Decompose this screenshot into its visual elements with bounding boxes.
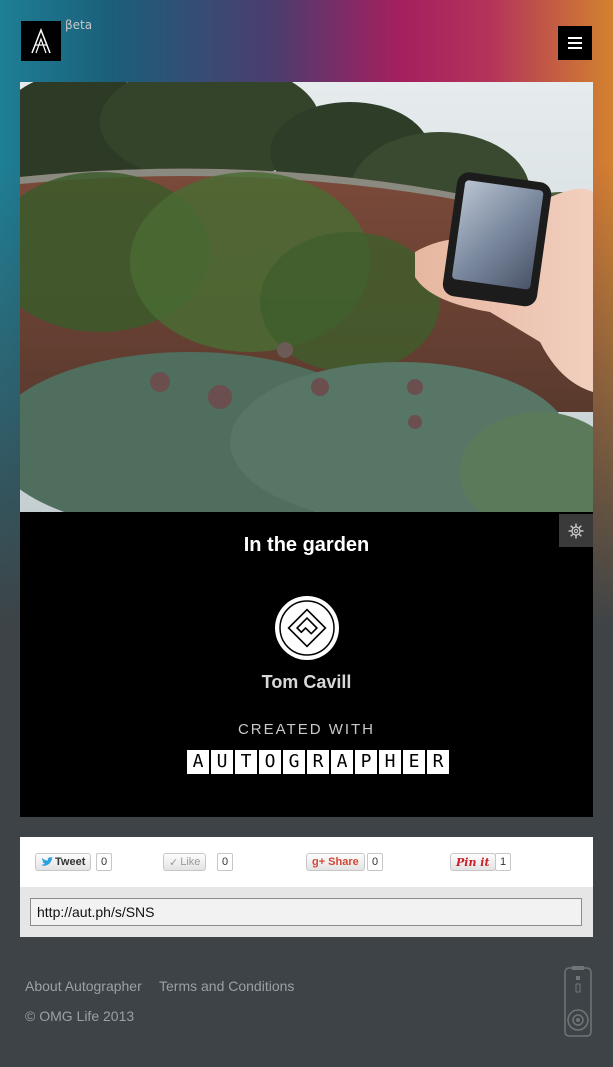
snap-photo[interactable] [20,82,593,512]
wordmark-letter: T [235,750,257,774]
about-autographer-link[interactable]: About Autographer [25,978,142,994]
autographer-camera-icon [563,966,593,1043]
share-bar: Tweet 0 ✓ Like 0 g+ Share 0 Pin it 1 [20,837,593,887]
google-plus-share-button[interactable]: g+ Share [306,853,365,871]
hamburger-menu-icon [568,37,582,49]
autographer-a-logo-icon [31,28,51,54]
copyright-text: © OMG Life 2013 [25,1008,135,1024]
wordmark-letter: R [427,750,449,774]
tweet-label: Tweet [55,856,86,868]
wordmark-letter: R [307,750,329,774]
wordmark-letter: O [259,750,281,774]
short-url-bar [20,887,593,937]
like-count: 0 [217,853,234,871]
wordmark-letter: H [379,750,401,774]
snap-title: In the garden [243,534,370,556]
beta-label: βeta [65,18,93,32]
menu-button[interactable] [558,26,592,60]
tweet-count: 0 [96,853,113,871]
wordmark-letter: E [403,750,425,774]
garden-photo-image [20,82,593,512]
pin-it-count: 1 [495,853,512,871]
autographer-logo[interactable] [21,21,61,61]
like-label: Like [180,856,201,868]
terms-link[interactable]: Terms and Conditions [159,978,294,994]
tweet-button[interactable]: Tweet [35,853,92,871]
user-profile-logo-icon [279,600,335,656]
autographer-wordmark[interactable]: AUTOGRAPHER [187,750,451,774]
pin-it-button[interactable]: Pin it [450,853,496,871]
short-url-field[interactable] [30,898,582,926]
wordmark-letter: U [211,750,233,774]
snap-info-card: In the garden Tom Cavill CREATED WITH AU… [20,512,593,817]
pin-it-label: Pin it [456,855,490,869]
twitter-bird-icon [41,857,53,866]
google-plus-share-count: 0 [367,853,384,871]
wordmark-letter: A [187,750,209,774]
wordmark-letter: P [355,750,377,774]
created-with-label: CREATED WITH [237,721,376,738]
author-name[interactable]: Tom Cavill [20,672,593,693]
like-button[interactable]: ✓ Like [163,853,207,871]
checkmark-icon: ✓ [169,856,179,869]
wordmark-letter: A [331,750,353,774]
google-plus-icon: g+ [312,856,326,868]
google-plus-share-label: Share [328,856,359,868]
wordmark-letter: G [283,750,305,774]
author-avatar[interactable] [275,596,339,660]
